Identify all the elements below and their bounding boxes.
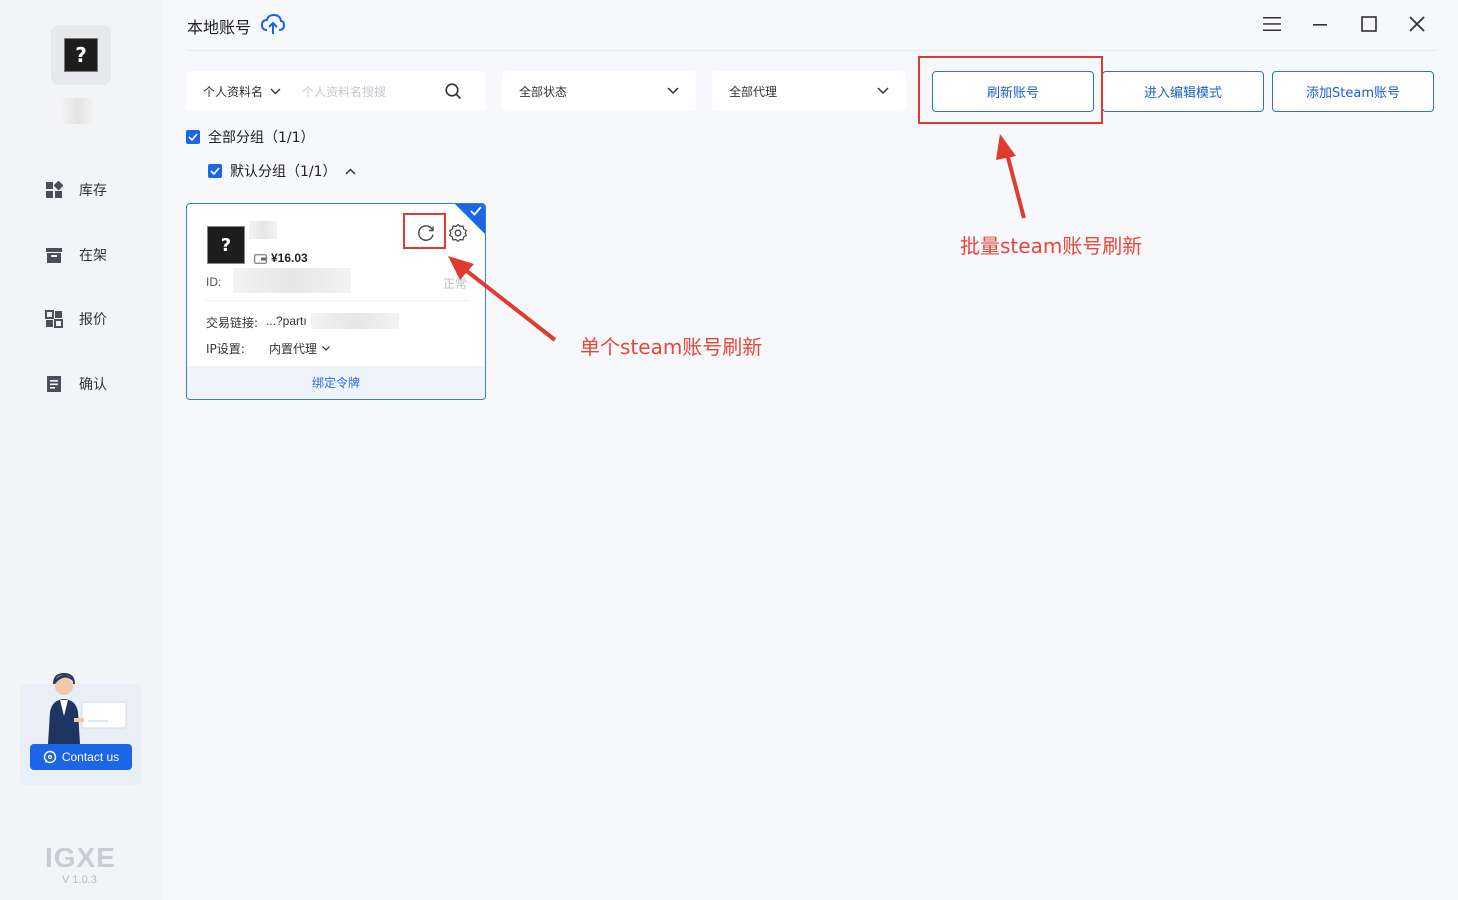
annotation-single-text: 单个steam账号刷新 xyxy=(580,335,763,359)
annotation-arrowhead-batch xyxy=(996,134,1016,160)
annotation-arrows xyxy=(448,134,1026,342)
annotation-arrowhead-single xyxy=(448,256,474,280)
annotation-arrow-single xyxy=(461,266,557,342)
annotation-arrow-batch xyxy=(1004,149,1026,219)
annotation-batch-text: 批量steam账号刷新 xyxy=(960,234,1143,258)
